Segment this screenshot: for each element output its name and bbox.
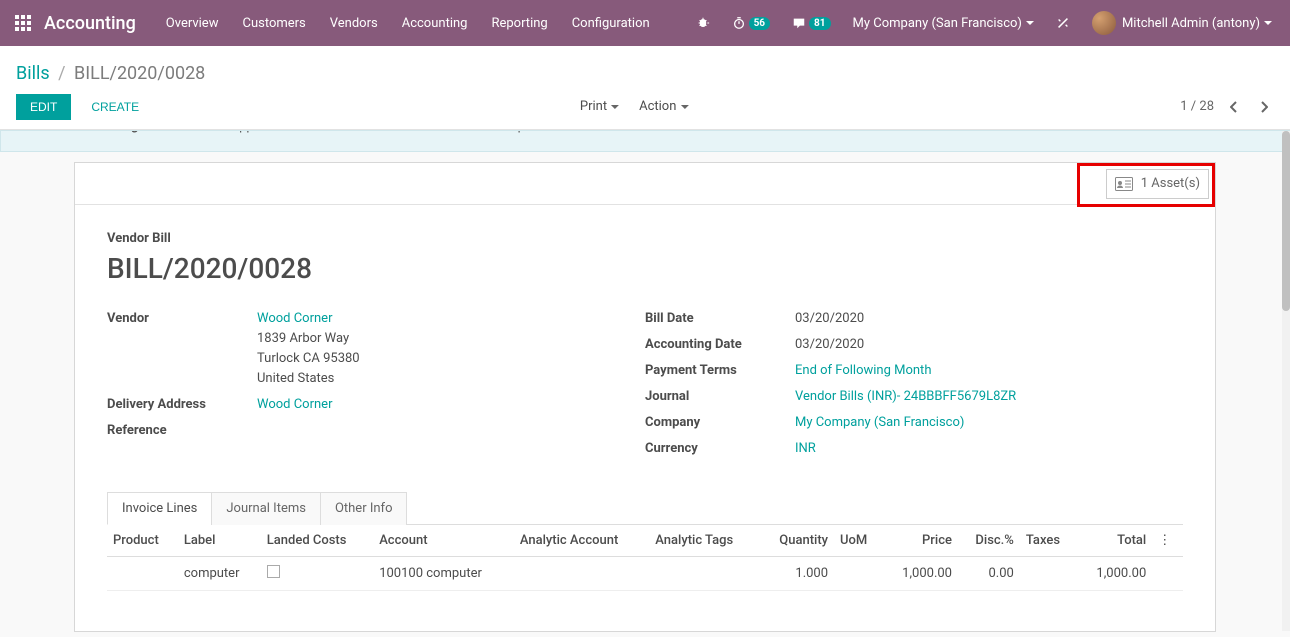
cell-disc: 0.00: [958, 557, 1020, 591]
cell-landed: [261, 557, 373, 591]
menu-customers[interactable]: Customers: [230, 0, 317, 46]
journal-label: Journal: [645, 387, 795, 407]
menu-overview[interactable]: Overview: [154, 0, 231, 46]
col-account[interactable]: Account: [373, 525, 514, 557]
menu-configuration[interactable]: Configuration: [560, 0, 662, 46]
cell-analytic-tags: [649, 557, 759, 591]
menu-reporting[interactable]: Reporting: [479, 0, 559, 46]
vendor-label: Vendor: [107, 309, 257, 389]
menu-vendors[interactable]: Vendors: [318, 0, 390, 46]
edit-button[interactable]: EDIT: [16, 94, 71, 120]
breadcrumb-sep: /: [54, 63, 69, 84]
pager-next[interactable]: [1254, 97, 1274, 117]
top-nav: Accounting Overview Customers Vendors Ac…: [0, 0, 1290, 46]
vendor-addr1: 1839 Arbor Way: [257, 331, 349, 346]
cell-account: 100100 computer: [373, 557, 514, 591]
invoice-lines-table: Product Label Landed Costs Account Analy…: [107, 525, 1183, 591]
tab-other-info[interactable]: Other Info: [320, 492, 408, 525]
settings-icon[interactable]: [1046, 0, 1080, 46]
timer-icon[interactable]: 56: [722, 0, 780, 46]
pager-prev[interactable]: [1224, 97, 1244, 117]
apps-icon[interactable]: [8, 15, 38, 31]
delivery-link[interactable]: Wood Corner: [257, 397, 332, 412]
breadcrumb-current: BILL/2020/0028: [74, 63, 205, 84]
acctdate-label: Accounting Date: [645, 335, 795, 355]
stat-row: 1 Asset(s): [75, 163, 1215, 205]
left-col: Vendor Wood Corner 1839 Arbor Way Turloc…: [107, 309, 645, 465]
action-bar: EDIT CREATE Print Action 1 / 28: [0, 84, 1290, 130]
scrollbar-thumb[interactable]: [1282, 131, 1290, 311]
delivery-label: Delivery Address: [107, 395, 257, 415]
acctdate-value: 03/20/2020: [795, 335, 1183, 355]
bug-icon[interactable]: [686, 0, 720, 46]
pager-text: 1 / 28: [1180, 99, 1214, 114]
tab-invoice-lines[interactable]: Invoice Lines: [107, 492, 212, 525]
info-banner: You have outstanding debits for this sup…: [0, 130, 1290, 152]
checkbox-icon: [267, 565, 280, 578]
breadcrumb: Bills / BILL/2020/0028: [16, 63, 205, 84]
billdate-label: Bill Date: [645, 309, 795, 329]
user-name: Mitchell Admin (antony): [1122, 16, 1260, 31]
company-switcher[interactable]: My Company (San Francisco): [843, 0, 1044, 46]
billdate-value: 03/20/2020: [795, 309, 1183, 329]
tabs: Invoice Lines Journal Items Other Info: [107, 491, 1183, 525]
assets-stat-label: 1 Asset(s): [1141, 176, 1200, 191]
right-col: Bill Date 03/20/2020 Accounting Date 03/…: [645, 309, 1183, 465]
col-taxes[interactable]: Taxes: [1020, 525, 1077, 557]
col-analytic-account[interactable]: Analytic Account: [514, 525, 649, 557]
pager: 1 / 28: [1180, 97, 1274, 117]
main-menu: Overview Customers Vendors Accounting Re…: [154, 0, 662, 46]
tab-journal-items[interactable]: Journal Items: [211, 492, 321, 525]
chat-icon[interactable]: 81: [782, 0, 840, 46]
form-sheet: 1 Asset(s) Vendor Bill BILL/2020/0028 Ve…: [74, 162, 1216, 632]
cell-total: 1,000.00: [1076, 557, 1152, 591]
nav-right: 56 81 My Company (San Francisco) Mitchel…: [686, 0, 1282, 46]
cell-qty: 1.000: [760, 557, 835, 591]
col-total[interactable]: Total: [1076, 525, 1152, 557]
col-price[interactable]: Price: [882, 525, 958, 557]
avatar: [1092, 11, 1116, 35]
assets-stat-button[interactable]: 1 Asset(s): [1106, 169, 1209, 199]
journal-value[interactable]: Vendor Bills (INR)- 24BBBFF5679L8ZR: [795, 389, 1016, 404]
form-title: BILL/2020/0028: [107, 252, 1183, 285]
chat-badge: 81: [809, 17, 830, 30]
vendor-link[interactable]: Wood Corner: [257, 311, 332, 326]
action-dropdown[interactable]: Action: [639, 99, 688, 114]
breadcrumb-root[interactable]: Bills: [16, 63, 50, 84]
table-row[interactable]: computer 100100 computer 1.000 1,000.00 …: [107, 557, 1183, 591]
cell-uom: [834, 557, 882, 591]
col-qty[interactable]: Quantity: [760, 525, 835, 557]
col-product[interactable]: Product: [107, 525, 178, 557]
form-subtitle: Vendor Bill: [107, 231, 1183, 246]
col-disc[interactable]: Disc.%: [958, 525, 1020, 557]
col-landed[interactable]: Landed Costs: [261, 525, 373, 557]
user-menu[interactable]: Mitchell Admin (antony): [1082, 0, 1282, 46]
vendor-addr2: Turlock CA 95380: [257, 351, 360, 366]
timer-badge: 56: [749, 17, 770, 30]
col-analytic-tags[interactable]: Analytic Tags: [649, 525, 759, 557]
scrollbar[interactable]: [1282, 131, 1290, 631]
company-value[interactable]: My Company (San Francisco): [795, 415, 964, 430]
col-kebab[interactable]: ⋮: [1152, 525, 1183, 557]
reference-label: Reference: [107, 421, 257, 441]
brand[interactable]: Accounting: [38, 13, 154, 34]
create-button[interactable]: CREATE: [77, 94, 153, 120]
cell-taxes: [1020, 557, 1077, 591]
cell-analytic-account: [514, 557, 649, 591]
id-card-icon: [1115, 177, 1133, 191]
menu-accounting[interactable]: Accounting: [390, 0, 480, 46]
terms-label: Payment Terms: [645, 361, 795, 381]
currency-label: Currency: [645, 439, 795, 459]
terms-value[interactable]: End of Following Month: [795, 363, 931, 378]
company-label: Company: [645, 413, 795, 433]
vendor-addr3: United States: [257, 371, 334, 386]
currency-value[interactable]: INR: [795, 441, 816, 456]
cell-product: [107, 557, 178, 591]
col-uom[interactable]: UoM: [834, 525, 882, 557]
col-label[interactable]: Label: [178, 525, 261, 557]
print-dropdown[interactable]: Print: [580, 99, 619, 114]
cell-price: 1,000.00: [882, 557, 958, 591]
cell-label: computer: [178, 557, 261, 591]
breadcrumb-bar: Bills / BILL/2020/0028: [0, 46, 1290, 84]
